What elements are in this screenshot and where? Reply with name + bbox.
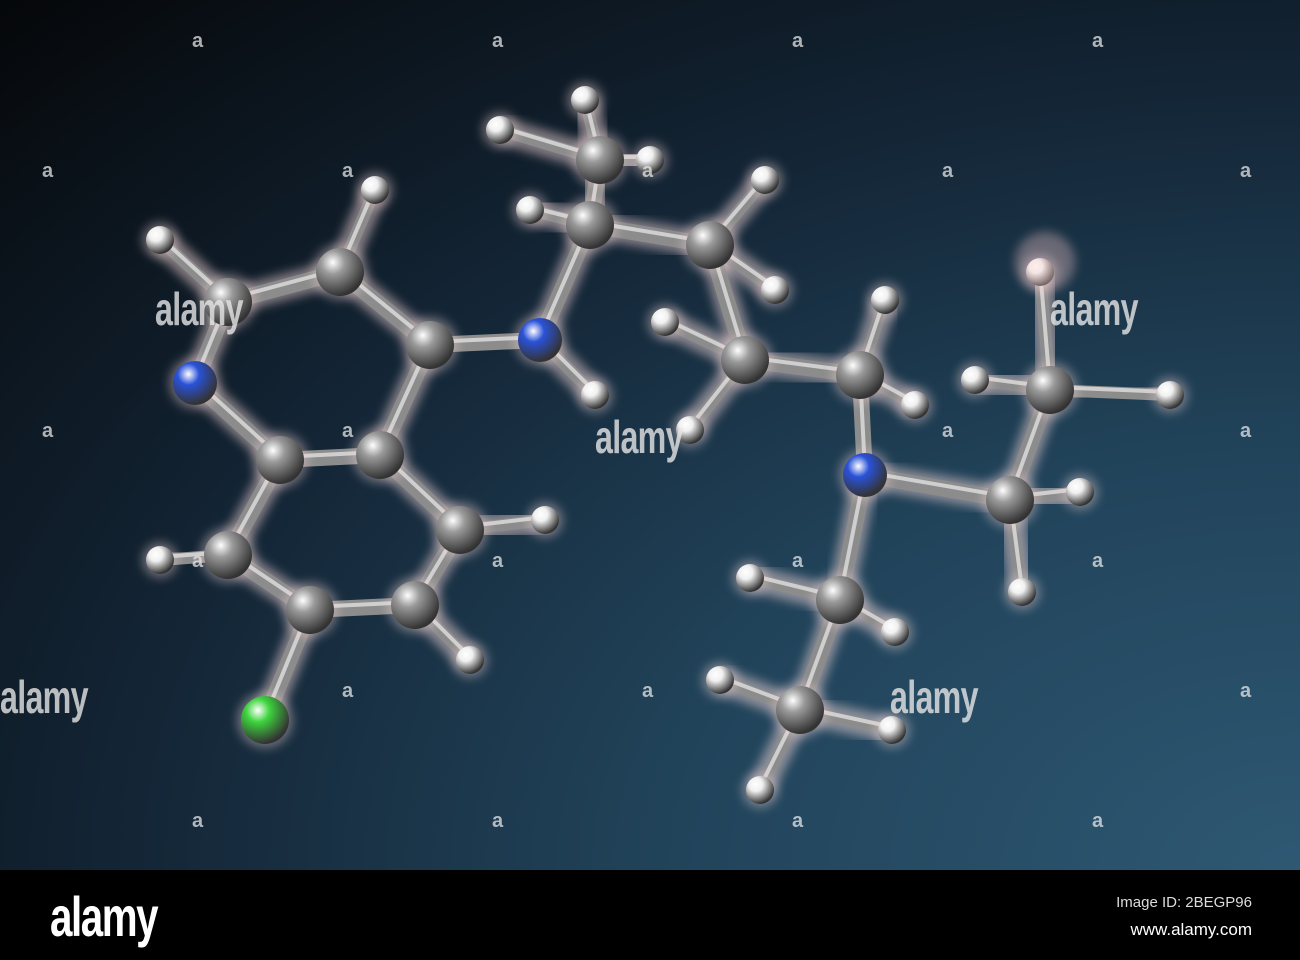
hydrogen-atom — [486, 116, 514, 144]
hydrogen-atom — [1008, 578, 1036, 606]
nitrogen-atom — [518, 318, 562, 362]
hydrogen-atom — [961, 366, 989, 394]
hydrogen-atom — [516, 196, 544, 224]
hydrogen-atom — [1156, 381, 1184, 409]
carbon-atom — [436, 506, 484, 554]
watermark-mark: a — [192, 30, 204, 52]
hydrogen-atom — [361, 176, 389, 204]
carbon-atom — [686, 221, 734, 269]
chlorine-atom — [241, 696, 289, 744]
watermark-mark: a — [492, 810, 504, 832]
nitrogen-atom — [173, 361, 217, 405]
carbon-atom — [256, 436, 304, 484]
hydrogen-atom — [736, 564, 764, 592]
hydrogen-atom — [901, 391, 929, 419]
carbon-atom — [576, 136, 624, 184]
carbon-atom — [356, 431, 404, 479]
image-id: Image ID: 2BEGP96 — [1116, 894, 1252, 911]
carbon-atom — [776, 686, 824, 734]
hydrogen-atom — [581, 381, 609, 409]
hydrogen-atom — [146, 546, 174, 574]
alamy-logo: alamy — [50, 885, 159, 948]
watermark-mark: a — [1240, 160, 1252, 182]
watermark-text: alamy — [0, 671, 89, 723]
carbon-atom — [406, 321, 454, 369]
carbon-atom — [836, 351, 884, 399]
watermark-text: alamy — [155, 283, 244, 335]
hydrogen-atom — [871, 286, 899, 314]
watermark-mark: a — [642, 160, 654, 182]
carbon-atom — [391, 581, 439, 629]
hydrogen-atom — [1066, 478, 1094, 506]
site-url[interactable]: www.alamy.com — [1130, 920, 1252, 940]
watermark-mark: a — [1092, 810, 1104, 832]
carbon-atom — [286, 586, 334, 634]
hydrogen-atom — [651, 308, 679, 336]
carbon-atom — [566, 201, 614, 249]
watermark-mark: a — [1240, 680, 1252, 702]
nitrogen-atom — [843, 453, 887, 497]
watermark-mark: a — [792, 30, 804, 52]
watermark-mark: a — [792, 550, 804, 572]
watermark-mark: a — [642, 680, 654, 702]
carbon-atom — [316, 248, 364, 296]
watermark-mark: a — [192, 810, 204, 832]
watermark-mark: a — [492, 30, 504, 52]
hydrogen-atom — [746, 776, 774, 804]
carbon-atom — [1026, 366, 1074, 414]
hydrogen-atom — [571, 86, 599, 114]
carbon-atom — [986, 476, 1034, 524]
watermark-text: alamy — [1050, 283, 1139, 335]
watermark-mark: a — [42, 420, 54, 442]
watermark-mark: a — [492, 550, 504, 572]
watermark-mark: a — [1092, 550, 1104, 572]
footer-bar: alamy Image ID: 2BEGP96 www.alamy.com — [0, 870, 1300, 960]
watermark-text: alamy — [595, 411, 684, 463]
watermark-mark: a — [942, 160, 954, 182]
carbon-atom — [204, 531, 252, 579]
watermark-mark: a — [192, 550, 204, 572]
hydrogen-atom — [751, 166, 779, 194]
watermark-mark: a — [792, 810, 804, 832]
watermark-mark: a — [1240, 420, 1252, 442]
hydrogen-atom — [456, 646, 484, 674]
watermark-text: alamy — [890, 671, 979, 723]
carbon-atom — [721, 336, 769, 384]
watermark-mark: a — [942, 420, 954, 442]
hydrogen-atom — [761, 276, 789, 304]
hydrogen-atom — [531, 506, 559, 534]
carbon-atom — [816, 576, 864, 624]
watermark-mark: a — [342, 680, 354, 702]
watermark-mark: a — [42, 160, 54, 182]
watermark-mark: a — [342, 160, 354, 182]
watermark-mark: a — [342, 420, 354, 442]
hydrogen-atom — [706, 666, 734, 694]
hydrogen-atom — [146, 226, 174, 254]
watermark-mark: a — [1092, 30, 1104, 52]
hydrogen-atom — [881, 618, 909, 646]
